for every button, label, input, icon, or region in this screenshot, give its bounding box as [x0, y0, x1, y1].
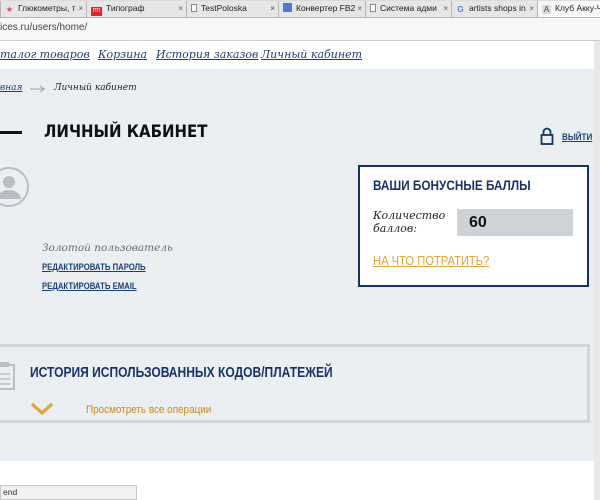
address-bar[interactable]: ices.ru/users/home/ [0, 18, 600, 41]
browser-tab-active[interactable]: A Клуб Акку-Че [537, 1, 600, 17]
browser-tab[interactable]: TestPoloska × [186, 1, 278, 17]
url-text[interactable]: ices.ru/users/home/ [0, 22, 87, 33]
payment-history-section: ИСТОРИЯ ИСПОЛЬЗОВАННЫХ КОДОВ/ПЛАТЕЖЕЙ Пр… [0, 344, 590, 423]
close-icon[interactable]: × [529, 1, 534, 16]
close-icon[interactable]: × [270, 1, 275, 16]
nav-link-order-history[interactable]: История заказов [156, 48, 258, 61]
browser-tab-strip: ★ Глюкометры, т × ПП Типограф × TestPolosk… [0, 0, 600, 18]
clipboard-icon [0, 362, 15, 390]
page-scrollbar[interactable] [594, 41, 600, 500]
tab-title: artists shops in [469, 3, 526, 13]
browser-tab[interactable]: Gartists shops in × [451, 1, 537, 17]
document-icon [370, 4, 376, 12]
bonus-points-card: ВАШИ БОНУСНЫЕ БАЛЛЫ Количество баллов: 6… [358, 165, 589, 287]
user-avatar-icon [0, 167, 29, 207]
typograf-icon: ПП [91, 7, 102, 16]
bonus-title: ВАШИ БОНУСНЫЕ БАЛЛЫ [373, 177, 531, 193]
tab-title: Система адми [380, 3, 437, 13]
browser-tab[interactable]: Система адми × [365, 1, 451, 17]
browser-tab[interactable]: ПП Типограф × [86, 1, 186, 17]
tab-title: Конвертер FB2 [296, 3, 356, 13]
converter-icon [283, 3, 292, 12]
google-icon: G [457, 5, 464, 14]
document-icon [191, 4, 197, 12]
nav-link-account[interactable]: Личный кабинет [261, 48, 362, 61]
browser-tab[interactable]: Конвертер FB2 × [278, 1, 365, 17]
close-icon[interactable]: × [357, 1, 362, 16]
bonus-points-value: 60 [457, 209, 573, 236]
breadcrumb: вная Личный кабинет [0, 83, 137, 93]
tab-title: Клуб Акку-Че [555, 3, 600, 13]
view-all-operations-link[interactable]: Просмотреть все операции [86, 404, 211, 416]
arrow-right-icon [30, 85, 45, 93]
lock-icon [540, 127, 554, 145]
chevron-down-icon[interactable] [30, 402, 54, 416]
close-icon[interactable]: × [178, 1, 183, 16]
nav-link-cart[interactable]: Корзина [98, 48, 147, 61]
browser-status-bar: end [0, 485, 137, 500]
breadcrumb-current: Личный кабинет [54, 83, 137, 93]
close-icon[interactable]: × [443, 1, 448, 16]
edit-email-link[interactable]: РЕДАКТИРОВАТЬ EMAIL [42, 281, 137, 291]
spend-points-link[interactable]: НА ЧТО ПОТРАТИТЬ? [373, 253, 489, 268]
top-navigation: талог товаров Корзина История заказов Ли… [0, 41, 600, 69]
logout-label[interactable]: ВЫЙТИ [562, 132, 592, 143]
breadcrumb-home-link[interactable]: вная [0, 83, 23, 93]
user-status: Золотой пользователь [42, 242, 173, 254]
browser-tab[interactable]: ★ Глюкометры, т × [0, 1, 86, 17]
title-dash-decoration [0, 131, 22, 134]
page-title: ЛИЧНЫЙ КАБИНЕТ [44, 122, 208, 142]
tab-title: Типограф [106, 3, 145, 13]
star-icon: ★ [5, 5, 14, 14]
close-icon[interactable]: × [78, 1, 83, 16]
nav-link-catalog[interactable]: талог товаров [0, 48, 90, 61]
club-icon: A [542, 5, 551, 14]
edit-password-link[interactable]: РЕДАКТИРОВАТЬ ПАРОЛЬ [42, 262, 146, 272]
tab-title: TestPoloska [201, 3, 247, 13]
page-content: талог товаров Корзина История заказов Ли… [0, 41, 600, 500]
tab-title: Глюкометры, т [18, 3, 76, 13]
history-title: ИСТОРИЯ ИСПОЛЬЗОВАННЫХ КОДОВ/ПЛАТЕЖЕЙ [30, 365, 333, 381]
bonus-points-label: Количество баллов: [373, 209, 446, 235]
